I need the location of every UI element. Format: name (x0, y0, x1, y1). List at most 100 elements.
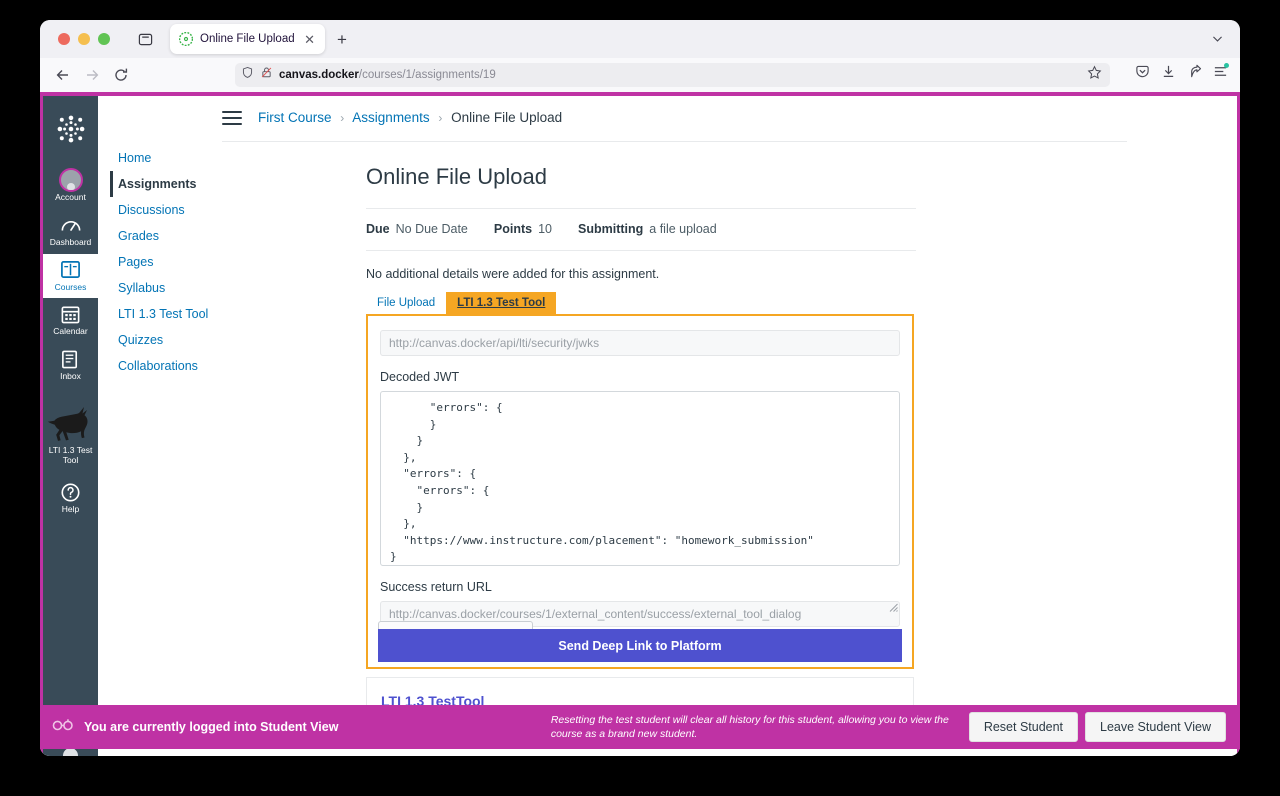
due-label: Due (366, 222, 390, 236)
leave-student-view-button[interactable]: Leave Student View (1085, 712, 1226, 742)
url-text: canvas.docker/courses/1/assignments/19 (279, 69, 496, 81)
sidebar-item-label: Dashboard (50, 238, 92, 248)
sidebar-item-account[interactable]: Account (43, 164, 98, 209)
browser-tabstrip: Online File Upload ✕ + (40, 20, 1240, 58)
sidebar-item-calendar[interactable]: Calendar (43, 298, 98, 343)
breadcrumb-section[interactable]: Assignments (352, 110, 429, 125)
course-nav-collaborations[interactable]: Collaborations (110, 353, 213, 379)
course-nav-home[interactable]: Home (110, 145, 213, 171)
address-bar[interactable]: canvas.docker/courses/1/assignments/19 (235, 63, 1110, 87)
bookmark-star-icon[interactable] (1087, 65, 1102, 85)
url-host: canvas.docker (279, 69, 359, 81)
tab-file-upload[interactable]: File Upload (366, 292, 446, 314)
close-window-button[interactable] (58, 33, 70, 45)
course-nav-lti-test-tool[interactable]: LTI 1.3 Test Tool (110, 301, 213, 327)
update-badge (1224, 63, 1229, 68)
sidebar-item-label: LTI 1.3 Test Tool (45, 446, 96, 466)
course-nav-discussions[interactable]: Discussions (110, 197, 213, 223)
lti-tool-iframe: http://canvas.docker/api/lti/security/jw… (366, 314, 914, 669)
course-navigation: Home Assignments Discussions Grades Page… (98, 96, 213, 756)
student-view-bar: You are currently logged into Student Vi… (40, 705, 1240, 749)
close-icon[interactable]: ✕ (302, 33, 317, 46)
sidebar-item-label: Help (62, 505, 79, 515)
submitting-info: Submitting a file upload (578, 222, 717, 236)
canvas-page: Account Dashboard Courses Calendar (40, 92, 1240, 756)
page-title: Online File Upload (366, 164, 1237, 190)
student-view-message: You are currently logged into Student Vi… (84, 720, 338, 734)
submitting-value: a file upload (649, 222, 716, 236)
shield-icon[interactable] (241, 66, 254, 84)
due-info: Due No Due Date (366, 222, 468, 236)
decoded-jwt-label: Decoded JWT (380, 370, 900, 384)
downloads-icon[interactable] (1161, 64, 1176, 84)
resize-grip-icon[interactable] (889, 599, 898, 608)
submitting-label: Submitting (578, 222, 643, 236)
tab-title: Online File Upload (200, 33, 295, 45)
avatar-icon (59, 169, 83, 191)
tab-lti-test-tool[interactable]: LTI 1.3 Test Tool (446, 292, 556, 314)
courses-icon (60, 259, 81, 281)
browser-navbar: canvas.docker/courses/1/assignments/19 (40, 58, 1240, 92)
success-url-label: Success return URL (380, 580, 900, 594)
jwks-url-field[interactable]: http://canvas.docker/api/lti/security/jw… (380, 330, 900, 356)
sidebar-item-lti-test-tool[interactable]: LTI 1.3 Test Tool (43, 388, 98, 472)
calendar-icon (60, 303, 81, 325)
reset-student-button[interactable]: Reset Student (969, 712, 1078, 742)
divider (366, 250, 916, 251)
sidebar-item-inbox[interactable]: Inbox (43, 343, 98, 388)
course-nav-syllabus[interactable]: Syllabus (110, 275, 213, 301)
sidebar-item-help[interactable]: Help (43, 471, 98, 521)
due-value: No Due Date (396, 222, 468, 236)
maximize-window-button[interactable] (98, 33, 110, 45)
sidebar-item-label: Calendar (53, 327, 88, 337)
assignment-meta: Due No Due Date Points 10 Submitting a file… (366, 209, 1237, 250)
canvas-logo-icon[interactable] (55, 113, 87, 150)
sidebar-item-label: Courses (55, 283, 87, 293)
browser-tab[interactable]: Online File Upload ✕ (170, 24, 325, 54)
forward-button[interactable] (79, 62, 105, 88)
inbox-icon (60, 348, 81, 370)
course-nav-grades[interactable]: Grades (110, 223, 213, 249)
assignment-description: No additional details were added for thi… (366, 267, 1237, 281)
pocket-icon[interactable] (1135, 64, 1150, 84)
student-view-note: Resetting the test student will clear al… (551, 713, 951, 741)
url-path: /courses/1/assignments/19 (359, 69, 496, 81)
assignment-body: Online File Upload Due No Due Date Points… (213, 164, 1237, 725)
submission-tabs: File Upload LTI 1.3 Test Tool (366, 292, 1237, 314)
share-icon[interactable] (1187, 64, 1202, 84)
breadcrumb-course[interactable]: First Course (258, 110, 332, 125)
sidebar-item-courses[interactable]: Courses (43, 254, 98, 299)
breadcrumb-current: Online File Upload (451, 110, 562, 125)
course-nav-quizzes[interactable]: Quizzes (110, 327, 213, 353)
course-nav-assignments[interactable]: Assignments (110, 171, 213, 197)
breadcrumb-divider (222, 141, 1127, 142)
breadcrumb-bar: First Course › Assignments › Online File… (213, 96, 1237, 125)
student-view-message-group: You are currently logged into Student Vi… (52, 718, 338, 737)
sidebar-toggle-icon[interactable] (132, 26, 158, 52)
course-nav-pages[interactable]: Pages (110, 249, 213, 275)
points-value: 10 (538, 222, 552, 236)
chevron-down-icon[interactable] (1211, 32, 1224, 50)
app-menu-icon[interactable] (1213, 64, 1228, 84)
minimize-window-button[interactable] (78, 33, 90, 45)
reload-button[interactable] (108, 62, 134, 88)
window-traffic-lights (48, 33, 116, 45)
breadcrumb-separator: › (340, 111, 344, 125)
sidebar-item-label: Account (55, 193, 86, 203)
student-view-actions: Reset Student Leave Student View (969, 712, 1226, 742)
toolbar-icons (1135, 64, 1228, 84)
unicorn-icon (46, 402, 96, 444)
sidebar-item-label: Inbox (60, 372, 81, 382)
points-label: Points (494, 222, 532, 236)
main-content: First Course › Assignments › Online File… (213, 96, 1237, 756)
sidebar-item-dashboard[interactable]: Dashboard (43, 209, 98, 254)
help-icon (60, 481, 81, 503)
send-deep-link-button[interactable]: Send Deep Link to Platform (378, 629, 902, 662)
lock-disabled-icon[interactable] (260, 66, 273, 84)
back-button[interactable] (50, 62, 76, 88)
points-info: Points 10 (494, 222, 552, 236)
dashboard-icon (60, 214, 82, 236)
new-tab-button[interactable]: + (337, 31, 347, 48)
hamburger-menu-icon[interactable] (222, 111, 242, 125)
decoded-jwt-textarea[interactable]: "errors": { } } }, "errors": { "errors":… (380, 391, 900, 566)
